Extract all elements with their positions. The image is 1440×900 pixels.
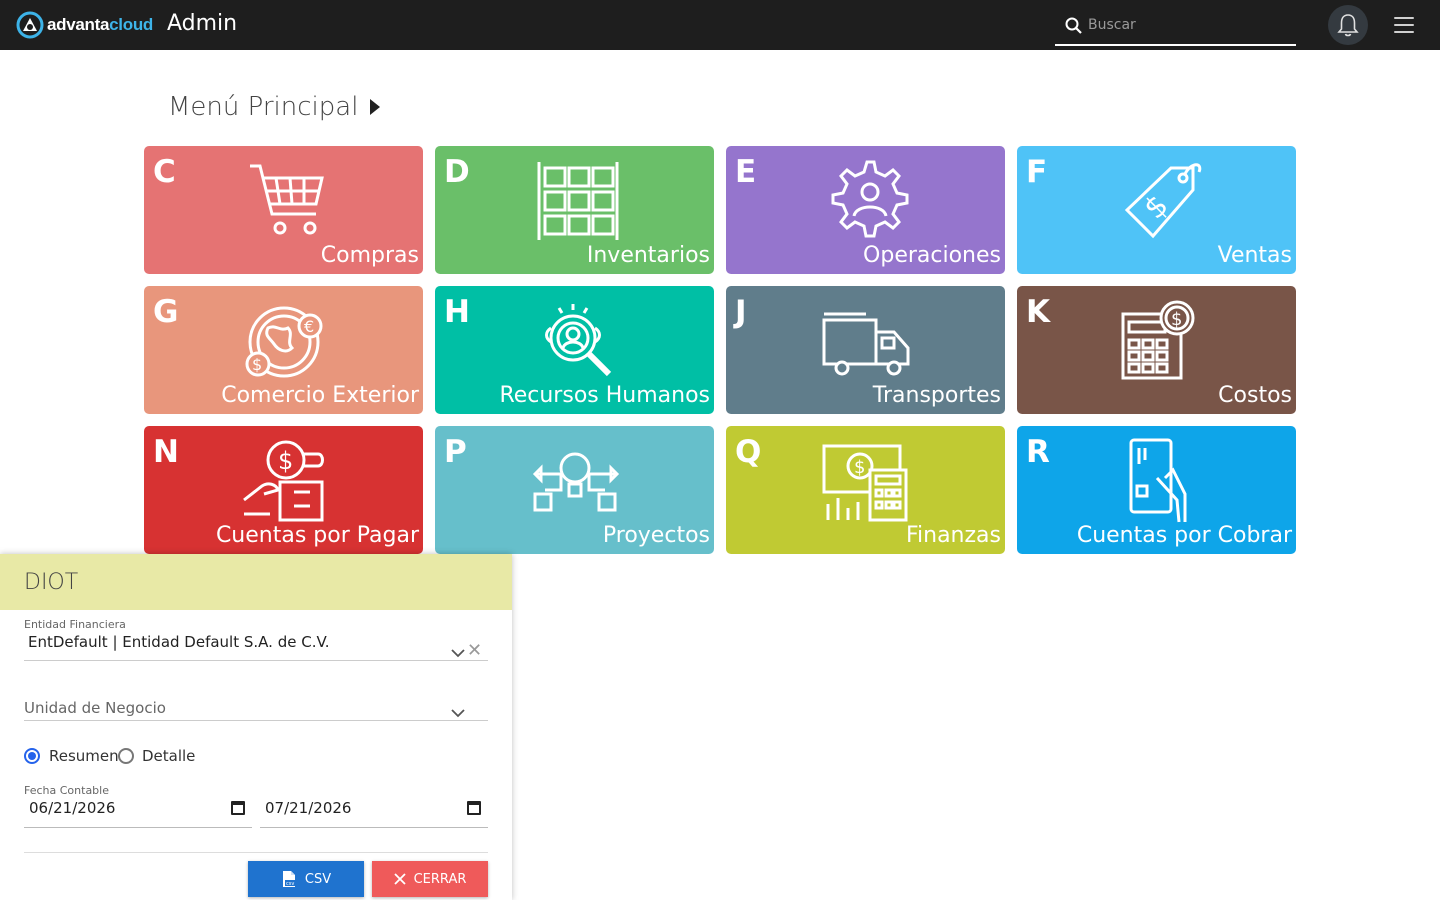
tile-label: Proyectos	[602, 523, 710, 548]
file-csv-icon: csv	[282, 871, 297, 887]
svg-text:€: €	[304, 317, 314, 336]
tile-label: Costos	[1218, 383, 1292, 408]
svg-text:$: $	[252, 355, 262, 374]
tile-letter: P	[444, 434, 467, 470]
tile-letter: G	[153, 294, 179, 330]
tile-label: Ventas	[1217, 243, 1292, 268]
unidad-underline	[24, 720, 488, 721]
tile-cuentas-por-cobrar[interactable]: R Cuentas por Cobrar	[1017, 426, 1296, 554]
close-button[interactable]: CERRAR	[372, 861, 488, 897]
tile-compras[interactable]: C Compras	[144, 146, 423, 274]
app-title: Admin	[167, 11, 238, 36]
csv-button[interactable]: csv CSV	[248, 861, 364, 897]
search-input[interactable]	[1088, 17, 1288, 33]
hamburger-menu-icon[interactable]	[1394, 17, 1414, 33]
tile-letter: H	[444, 294, 470, 330]
truck-icon	[822, 312, 910, 376]
tile-label: Compras	[320, 243, 419, 268]
chevron-down-icon[interactable]	[451, 648, 465, 658]
radio-resumen-label[interactable]: Resumen	[49, 747, 119, 765]
close-icon	[393, 873, 406, 885]
fecha-hasta-value: 07/21/2026	[265, 799, 352, 817]
tile-label: Finanzas	[905, 523, 1001, 548]
search-person-icon	[545, 304, 612, 377]
globe-currency-icon: € $	[245, 306, 323, 378]
clear-icon[interactable]: ✕	[467, 640, 482, 661]
tile-finanzas[interactable]: Q $ Finanzas	[726, 426, 1005, 554]
lightbulb-project-icon	[532, 452, 620, 512]
tile-label: Cuentas por Cobrar	[1076, 523, 1292, 548]
tile-label: Transportes	[872, 383, 1001, 408]
chevron-down-icon[interactable]	[451, 708, 465, 718]
diot-panel: DIOT	[0, 554, 512, 900]
search-icon	[1065, 17, 1082, 34]
hand-card-icon	[1129, 438, 1187, 523]
page-title-text: Menú Principal	[168, 92, 359, 122]
calendar-icon[interactable]	[231, 801, 245, 815]
tile-label: Operaciones	[863, 243, 1001, 268]
tile-label: Recursos Humanos	[499, 383, 710, 408]
svg-text:$: $	[278, 447, 293, 475]
csv-button-label: CSV	[304, 871, 332, 887]
diot-panel-title: DIOT	[0, 554, 512, 610]
svg-text:$: $	[1171, 309, 1182, 330]
entidad-underline	[24, 660, 488, 661]
notifications-button[interactable]	[1328, 5, 1368, 45]
tile-transportes[interactable]: J Transportes	[726, 286, 1005, 414]
logo[interactable]: advantacloud	[16, 11, 153, 39]
tile-letter: D	[444, 154, 470, 190]
tile-letter: E	[735, 154, 757, 190]
shopping-cart-icon	[250, 164, 324, 235]
search-bar[interactable]	[1055, 6, 1296, 46]
tile-label: Comercio Exterior	[221, 383, 419, 408]
tile-comercio-exterior[interactable]: G € $ Comercio Exterior	[144, 286, 423, 414]
bell-icon	[1337, 14, 1359, 37]
tile-operaciones[interactable]: E Operaciones	[726, 146, 1005, 274]
divider	[24, 852, 488, 853]
finance-calculator-icon: $	[822, 444, 908, 522]
caret-right-icon	[370, 99, 381, 115]
price-tag-icon: $	[1124, 163, 1202, 239]
tile-cuentas-por-pagar[interactable]: N $ Cuentas por Pagar	[144, 426, 423, 554]
hand-coin-icon: $	[243, 440, 324, 522]
tile-letter: C	[153, 154, 176, 190]
boxes-shelf-icon	[537, 162, 619, 240]
radio-resumen[interactable]	[24, 748, 40, 764]
svg-text:csv: csv	[286, 881, 294, 887]
calendar-icon[interactable]	[467, 801, 481, 815]
tile-recursos-humanos[interactable]: H Recursos Humanos	[435, 286, 714, 414]
radio-detalle[interactable]	[118, 748, 134, 764]
gear-person-icon	[831, 160, 909, 238]
tile-costos[interactable]: K $ Costos	[1017, 286, 1296, 414]
tile-letter: N	[153, 434, 179, 470]
fecha-desde-value: 06/21/2026	[29, 799, 116, 817]
top-bar: advantacloud Admin	[0, 0, 1440, 50]
tile-label: Cuentas por Pagar	[215, 523, 419, 548]
tile-proyectos[interactable]: P Proyectos	[435, 426, 714, 554]
radio-detalle-label[interactable]: Detalle	[142, 747, 195, 765]
svg-text:$: $	[854, 457, 865, 478]
tile-letter: R	[1026, 434, 1050, 470]
advanta-logo-icon	[16, 11, 44, 39]
tile-letter: J	[735, 294, 747, 330]
unidad-negocio-select[interactable]: Unidad de Negocio	[24, 699, 166, 717]
tile-inventarios[interactable]: D Inventarios	[435, 146, 714, 274]
calculator-coin-icon: $	[1121, 300, 1195, 380]
tile-label: Inventarios	[586, 243, 710, 268]
tile-ventas[interactable]: F $ Ventas	[1017, 146, 1296, 274]
entidad-label: Entidad Financiera	[24, 618, 126, 631]
logo-text: advantacloud	[47, 15, 153, 34]
entidad-select-value[interactable]: EntDefault | Entidad Default S.A. de C.V…	[28, 633, 330, 651]
tile-letter: Q	[735, 434, 762, 470]
page-title[interactable]: Menú Principal	[168, 92, 381, 122]
tile-letter: K	[1026, 294, 1051, 330]
tile-letter: F	[1026, 154, 1048, 190]
close-button-label: CERRAR	[413, 871, 467, 887]
